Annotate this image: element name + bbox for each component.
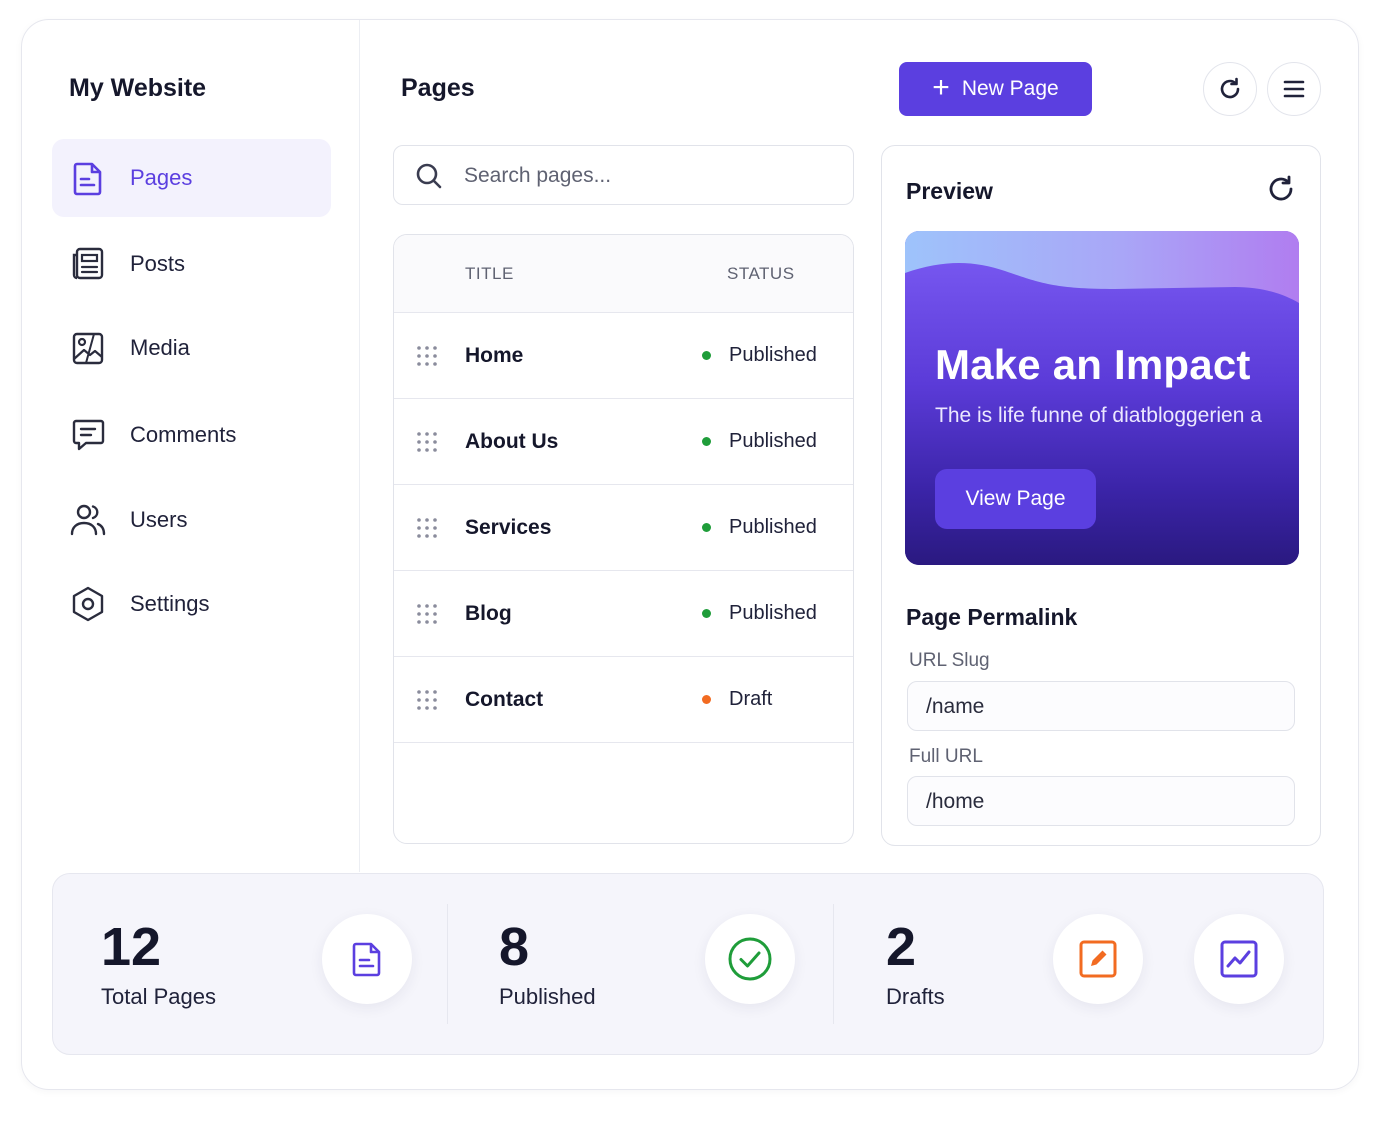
table-row[interactable]: Blog Published	[394, 571, 853, 657]
newspaper-icon	[72, 247, 104, 280]
table-header: TITLE STATUS	[394, 235, 853, 313]
sidebar-item-label: Pages	[130, 165, 193, 190]
status-badge: Published	[729, 602, 817, 624]
row-title: About Us	[465, 430, 559, 453]
hamburger-menu-icon	[1283, 80, 1305, 98]
status-dot	[702, 609, 711, 618]
search-input[interactable]	[464, 156, 834, 196]
new-page-button[interactable]: + New Page	[899, 62, 1092, 116]
row-title: Services	[465, 516, 552, 539]
search-icon	[416, 163, 442, 189]
stat-drafts-label: Drafts	[886, 984, 945, 1009]
sidebar-item-comments[interactable]: Comments	[52, 396, 331, 474]
view-page-button[interactable]: View Page	[935, 469, 1096, 529]
drag-handle-icon[interactable]	[416, 517, 438, 539]
sidebar-item-pages[interactable]: Pages	[52, 139, 331, 217]
stat-drafts-icon-badge	[1053, 914, 1143, 1004]
sidebar-item-settings[interactable]: Settings	[52, 565, 331, 643]
sidebar-item-posts[interactable]: Posts	[52, 225, 331, 303]
new-page-button-label: New Page	[961, 77, 1059, 100]
sidebar-item-label: Users	[130, 507, 188, 532]
stat-divider	[833, 904, 834, 1024]
full-url-input[interactable]	[926, 785, 1276, 819]
status-badge: Published	[729, 516, 817, 538]
table-row[interactable]: About Us Published	[394, 399, 853, 485]
analytics-button[interactable]	[1194, 914, 1284, 1004]
preview-panel: Preview Make an Impact The is life funne…	[881, 145, 1321, 846]
url-slug-field	[907, 681, 1295, 731]
full-url-field	[907, 776, 1295, 826]
url-slug-label: URL Slug	[909, 650, 990, 671]
hero-heading: Make an Impact	[935, 341, 1251, 388]
drag-handle-icon[interactable]	[416, 431, 438, 453]
menu-button[interactable]	[1267, 62, 1321, 116]
preview-title: Preview	[906, 178, 993, 204]
hero-preview: Make an Impact The is life funne of diat…	[905, 231, 1299, 565]
column-header-title[interactable]: TITLE	[465, 264, 514, 284]
row-title: Contact	[465, 688, 544, 711]
stat-total-pages-label: Total Pages	[101, 984, 216, 1009]
refresh-icon[interactable]	[1266, 174, 1296, 204]
stat-published-value: 8	[499, 917, 530, 977]
sidebar-item-label: Comments	[130, 422, 237, 447]
stats-bar: 12 Total Pages 8 Published 2 Drafts	[52, 873, 1324, 1055]
row-title: Home	[465, 344, 524, 367]
edit-icon	[1079, 940, 1117, 978]
row-title: Blog	[465, 602, 512, 625]
sidebar-item-label: Media	[130, 335, 190, 360]
refresh-button[interactable]	[1203, 62, 1257, 116]
table-row[interactable]: Services Published	[394, 485, 853, 571]
column-header-status[interactable]: STATUS	[727, 264, 795, 284]
settings-hex-icon	[72, 586, 104, 622]
stat-drafts-value: 2	[886, 917, 917, 977]
table-row[interactable]: Contact Draft	[394, 657, 853, 743]
stat-total-pages-value: 12	[101, 917, 162, 977]
sidebar-item-users[interactable]: Users	[52, 481, 331, 559]
file-text-icon	[352, 942, 381, 977]
table-row[interactable]: Home Published	[394, 313, 853, 399]
sidebar-item-label: Settings	[130, 591, 210, 616]
sidebar-item-label: Posts	[130, 251, 186, 276]
file-text-icon	[73, 162, 102, 196]
plus-icon: +	[932, 70, 950, 104]
drag-handle-icon[interactable]	[416, 345, 438, 367]
page-title: Pages	[401, 74, 475, 102]
status-dot	[702, 437, 711, 446]
image-icon	[72, 332, 104, 365]
sidebar-divider	[359, 20, 360, 872]
status-dot	[702, 523, 711, 532]
full-url-label: Full URL	[909, 746, 983, 767]
pages-table: TITLE STATUS Home Published About Us Pub…	[393, 234, 854, 844]
status-badge: Published	[729, 344, 817, 366]
comment-icon	[72, 419, 105, 451]
url-slug-input[interactable]	[926, 690, 1276, 724]
analytics-chart-icon	[1220, 940, 1258, 978]
stat-published-icon-badge	[705, 914, 795, 1004]
sidebar-item-media[interactable]: Media	[52, 309, 331, 387]
drag-handle-icon[interactable]	[416, 689, 438, 711]
users-icon	[70, 504, 106, 536]
status-dot	[702, 695, 711, 704]
drag-handle-icon[interactable]	[416, 603, 438, 625]
refresh-icon	[1220, 77, 1240, 99]
search-box	[393, 145, 854, 205]
stat-published-label: Published	[499, 984, 596, 1009]
brand-title: My Website	[69, 74, 207, 102]
status-badge: Published	[729, 430, 817, 452]
status-dot	[702, 351, 711, 360]
stat-total-pages-icon-badge	[322, 914, 412, 1004]
check-circle-icon	[728, 937, 772, 981]
hero-subtitle: The is life funne of diatbloggerien a	[935, 404, 1262, 427]
permalink-title: Page Permalink	[906, 604, 1078, 630]
status-badge: Draft	[729, 688, 773, 710]
stat-divider	[447, 904, 448, 1024]
